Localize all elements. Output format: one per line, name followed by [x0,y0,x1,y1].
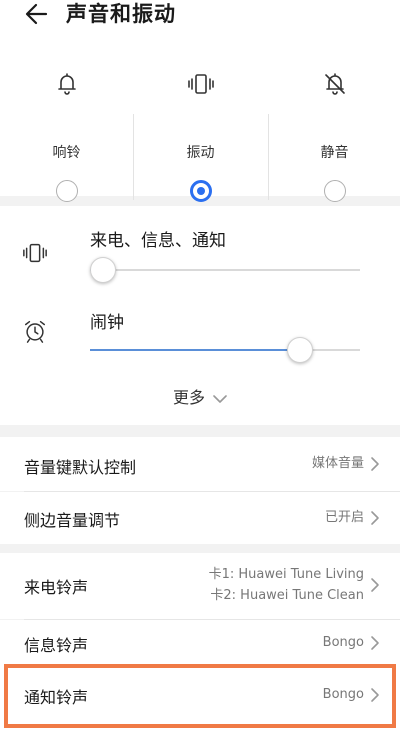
mode-ring-label: 响铃 [52,145,81,161]
bell-off-icon [324,73,345,95]
sound-mode-card: 响铃 振动 静音 [0,34,400,202]
chevron-right-icon [371,636,379,650]
ringtone-values: 卡1: Huawei Tune Living 卡2: Huawei Tune C… [209,564,364,606]
alarm-clock-icon [24,320,46,343]
sim2-ringtone: 卡2: Huawei Tune Clean [210,588,364,603]
mode-silent-label: 静音 [320,145,349,161]
side-volume-row[interactable]: 侧边音量调节 已开启 [0,492,400,544]
volume-ring-label: 来电、信息、通知 [90,231,226,251]
row-value: 媒体音量 [311,456,364,471]
mode-vibrate[interactable]: 振动 [134,70,267,202]
page-title: 声音和振动 [66,2,176,26]
more-label: 更多 [172,388,205,407]
app-header: 声音和振动 [0,0,400,34]
more-button[interactable]: 更多 [0,384,400,408]
volume-alarm-slider[interactable] [90,337,360,363]
row-value: Bongo [322,635,364,650]
row-label: 音量键默认控制 [24,458,137,477]
chevron-right-icon [371,688,379,702]
vibrate-icon [23,243,47,263]
slider-thumb[interactable] [90,257,116,283]
sim1-ringtone: 卡1: Huawei Tune Living [208,567,364,582]
arrow-left-icon[interactable] [22,0,52,28]
notification-tone-row[interactable]: 通知铃声 Bongo [0,666,400,733]
volume-alarm-label: 闹钟 [90,313,124,333]
vibrate-icon [187,74,214,94]
row-label: 来电铃声 [24,578,89,597]
volume-ring-slider[interactable] [90,257,360,283]
volume-key-control-row[interactable]: 音量键默认控制 媒体音量 [0,437,400,491]
mode-silent-radio[interactable] [323,180,346,202]
chevron-down-icon [213,394,227,403]
chevron-right-icon [371,511,379,525]
slider-fill [90,349,299,351]
chevron-right-icon [371,578,379,592]
row-value: Bongo [322,687,364,702]
mode-vibrate-radio[interactable] [189,180,212,202]
mode-silent[interactable]: 静音 [268,70,400,202]
ringtone-row[interactable]: 来电铃声 卡1: Huawei Tune Living 卡2: Huawei T… [0,553,400,619]
mode-ring[interactable]: 响铃 [0,70,133,202]
slider-thumb[interactable] [286,337,313,363]
bell-icon [57,73,76,95]
row-value: 已开启 [324,510,364,525]
row-label: 信息铃声 [24,636,89,655]
row-label: 侧边音量调节 [24,511,121,530]
mode-vibrate-label: 振动 [186,145,215,161]
chevron-right-icon [371,457,379,471]
mode-ring-radio[interactable] [55,180,78,202]
row-label: 通知铃声 [24,688,89,707]
message-tone-row[interactable]: 信息铃声 Bongo [0,620,400,666]
volume-card: 来电、信息、通知 闹钟 更多 [0,206,400,425]
